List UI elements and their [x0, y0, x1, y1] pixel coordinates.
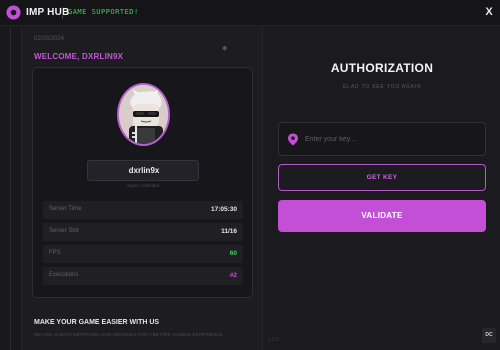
avatar: [117, 83, 170, 146]
stat-label: FPS: [49, 250, 61, 256]
username-pill: dxrlin9x: [87, 160, 199, 181]
welcome-heading: WELCOME, DXRLIN9X: [34, 52, 124, 61]
stat-value: #2: [229, 272, 237, 279]
version-label: 1.0.0: [268, 337, 280, 343]
validate-button[interactable]: VALIDATE: [278, 200, 486, 232]
date-label: 02/03/2024: [34, 36, 65, 42]
key-input[interactable]: [305, 132, 475, 146]
stat-row: Server Slot 11/16: [43, 223, 243, 241]
title-divider: [62, 7, 63, 19]
stat-value: 17:05:30: [210, 206, 237, 213]
auth-subtitle: GLAD TO SEE YOU AGAIN: [342, 84, 422, 90]
stat-label: Executions: [49, 272, 79, 278]
avatar-figure-icon: [119, 85, 168, 144]
panel-divider: [262, 27, 263, 350]
discord-button[interactable]: DC: [482, 328, 496, 343]
auth-title: AUTHORIZATION: [330, 61, 434, 75]
stat-row: FPS 60: [43, 245, 243, 263]
title-bar: IMP HUB GAME SUPPORTED! X: [0, 0, 500, 26]
close-button[interactable]: X: [482, 5, 496, 19]
stat-value: 11/16: [221, 228, 237, 235]
get-key-button[interactable]: GET KEY: [278, 164, 486, 191]
username-label: dxrlin9x: [128, 166, 160, 175]
username-caption: Super Unlimited: [126, 183, 159, 188]
promo-title: MAKE YOUR GAME EASIER WITH US: [34, 319, 160, 326]
key-input-field[interactable]: [278, 122, 486, 156]
location-pin-icon: [288, 133, 298, 146]
stat-value: 60: [229, 250, 237, 257]
stat-label: Server Time: [49, 206, 82, 212]
stat-row: Server Time 17:05:30: [43, 201, 243, 219]
game-status-label: GAME SUPPORTED!: [68, 8, 139, 16]
stat-row: Executions #2: [43, 267, 243, 285]
rail-line: [10, 27, 11, 350]
left-rail: [0, 27, 22, 350]
promo-subtitle: WE ARE ALWAYS IMPROVING OUR SERVICES FOR…: [34, 332, 223, 337]
stat-label: Server Slot: [49, 228, 79, 234]
panel-dot-icon: ◆: [222, 45, 228, 52]
profile-panel: 02/03/2024 ◆ WELCOME, DXRLIN9X dxrlin9x: [22, 27, 262, 350]
logo-icon: [6, 5, 21, 20]
profile-card: dxrlin9x Super Unlimited Server Time 17:…: [32, 67, 253, 298]
